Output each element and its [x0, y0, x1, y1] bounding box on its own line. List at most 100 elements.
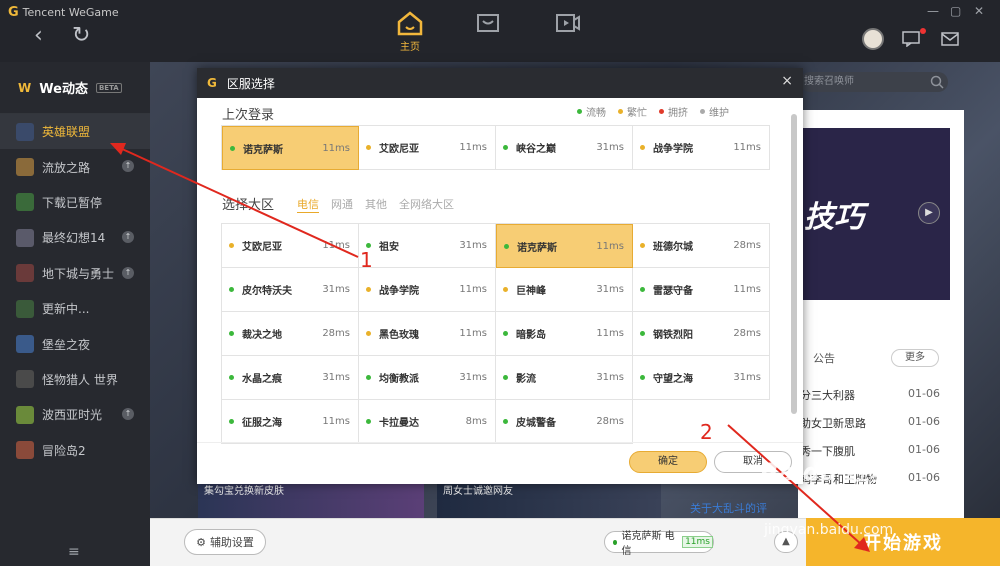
server-cell[interactable]: 祖安 31ms	[359, 224, 496, 268]
server-name: 裁决之地	[242, 330, 282, 341]
server-name: 黑色玫瑰	[379, 330, 419, 341]
server-cell[interactable]: 艾欧尼亚 11ms	[222, 224, 359, 268]
dialog-titlebar: G 区服选择 ×	[197, 68, 803, 98]
we-logo-icon: W	[18, 80, 32, 95]
tab-home[interactable]: 主页	[396, 10, 424, 53]
maximize-icon[interactable]: ▢	[950, 4, 961, 18]
filter-tab[interactable]: 全网络大区	[399, 196, 454, 213]
server-cell[interactable]: 裁决之地 28ms	[222, 312, 359, 356]
update-icon: ↑	[122, 231, 134, 244]
beta-badge: BETA	[95, 82, 122, 93]
close-icon[interactable]: ×	[781, 73, 793, 89]
server-cell[interactable]: 雷瑟守备 11ms	[633, 268, 770, 312]
sidebar-item-game[interactable]: 最终幻想14 ↑	[0, 220, 150, 255]
server-latency: 11ms	[459, 284, 487, 295]
menu-icon[interactable]: ≡	[68, 544, 80, 560]
sidebar-item-game[interactable]: 流放之路 ↑	[0, 149, 150, 184]
legend-item: 维护	[700, 104, 729, 119]
server-cell[interactable]: 战争学院 11ms	[633, 126, 770, 170]
news-date: 01-06	[908, 415, 940, 428]
assist-label: 辅助设置	[209, 536, 254, 549]
server-cell[interactable]: 钢铁烈阳 28ms	[633, 312, 770, 356]
sidebar-item-game[interactable]: 堡垒之夜	[0, 326, 150, 361]
sidebar-item-game[interactable]: 冒险岛2	[0, 433, 150, 468]
server-cell[interactable]: 诺克萨斯 11ms	[496, 224, 633, 268]
server-name: 守望之海	[653, 374, 693, 385]
server-latency: 8ms	[465, 416, 487, 427]
server-cell[interactable]: 皮尔特沃夫 31ms	[222, 268, 359, 312]
tab-inventory[interactable]	[475, 10, 501, 36]
brand: G Tencent WeGame	[8, 5, 119, 20]
tab-video[interactable]	[554, 10, 582, 36]
status-dot	[366, 375, 371, 380]
home-icon	[397, 11, 423, 36]
filter-tab[interactable]: 其他	[365, 196, 387, 213]
server-cell[interactable]: 卡拉曼达 8ms	[359, 400, 496, 444]
server-cell[interactable]: 战争学院 11ms	[359, 268, 496, 312]
news-link[interactable]: 关于大乱斗的评	[690, 500, 767, 516]
server-cell[interactable]: 影流 31ms	[496, 356, 633, 400]
server-cell[interactable]: 皮城警备 28ms	[496, 400, 633, 444]
status-legend: 流畅 繁忙 拥挤 维护	[577, 104, 729, 119]
server-cell[interactable]: 巨神峰 31ms	[496, 268, 633, 312]
more-button[interactable]: 更多	[891, 349, 939, 367]
server-cell[interactable]: 峡谷之巅 31ms	[496, 126, 633, 170]
server-cell[interactable]: 暗影岛 11ms	[496, 312, 633, 356]
news-date: 01-06	[908, 471, 940, 484]
news-title: 助女卫新思路	[800, 417, 866, 430]
sidebar-item-game[interactable]: 地下城与勇士 ↑	[0, 256, 150, 291]
sidebar-item-game[interactable]: 怪物猎人 世界	[0, 362, 150, 397]
we-dynamic-header[interactable]: W We动态 BETA	[0, 62, 150, 114]
search-input[interactable]: 搜索召唤师	[800, 72, 948, 92]
status-dot	[366, 331, 371, 336]
assist-settings-button[interactable]: ⚙ 辅助设置	[184, 529, 266, 555]
scrollbar[interactable]	[791, 114, 797, 414]
server-name: 战争学院	[379, 286, 419, 297]
search-icon[interactable]	[928, 74, 946, 90]
filter-tab[interactable]: 电信	[297, 196, 319, 213]
back-icon[interactable]: ‹	[34, 25, 43, 47]
sidebar-item-game[interactable]: 更新中...	[0, 291, 150, 326]
status-dot	[366, 419, 371, 424]
mail-icon[interactable]	[941, 31, 959, 47]
status-dot	[503, 331, 508, 336]
server-cell[interactable]: 班德尔城 28ms	[633, 224, 770, 268]
status-dot	[503, 375, 508, 380]
game-icon	[16, 264, 34, 283]
confirm-button[interactable]: 确定	[629, 451, 707, 473]
server-latency: 28ms	[733, 328, 761, 339]
refresh-icon[interactable]: ↻	[72, 25, 90, 47]
sidebar-item-label: 更新中...	[42, 302, 90, 317]
status-dot	[229, 375, 234, 380]
window-close-icon[interactable]: ✕	[974, 4, 984, 18]
server-cell[interactable]: 征服之海 11ms	[222, 400, 359, 444]
tab-notice[interactable]: 公告	[813, 350, 835, 366]
avatar[interactable]	[862, 28, 884, 50]
update-icon: ↑	[122, 266, 134, 279]
sidebar-item-label: 波西亚时光	[42, 408, 103, 423]
game-icon	[16, 158, 34, 177]
sidebar-item-game[interactable]: 下载已暂停	[0, 185, 150, 220]
message-icon[interactable]	[902, 31, 920, 47]
sidebar-item-label: 流放之路	[42, 160, 91, 175]
server-cell[interactable]: 黑色玫瑰 11ms	[359, 312, 496, 356]
server-cell[interactable]: 均衡教派 31ms	[359, 356, 496, 400]
server-latency: 11ms	[596, 240, 624, 252]
server-name: 雷瑟守备	[653, 286, 693, 297]
recent-title: 上次登录	[222, 108, 275, 123]
server-cell[interactable]: 守望之海 31ms	[633, 356, 770, 400]
current-server[interactable]: 诺克萨斯 电信 11ms	[604, 531, 714, 557]
banner-text: 技巧	[804, 200, 864, 235]
news-item[interactable]: 分三大利器 01-06	[800, 387, 940, 403]
sidebar-item-game[interactable]: 英雄联盟	[0, 114, 150, 150]
news-item[interactable]: 助女卫新思路 01-06	[800, 415, 940, 431]
status-dot	[577, 109, 582, 114]
minimize-icon[interactable]: —	[927, 4, 939, 18]
sidebar-item-game[interactable]: 波西亚时光 ↑	[0, 397, 150, 432]
server-cell[interactable]: 诺克萨斯 11ms	[222, 126, 359, 170]
server-cell[interactable]: 艾欧尼亚 11ms	[359, 126, 496, 170]
server-cell[interactable]: 水晶之痕 31ms	[222, 356, 359, 400]
news-date: 01-06	[908, 387, 940, 400]
filter-tab[interactable]: 网通	[331, 196, 353, 213]
next-arrow-icon[interactable]: ▶	[918, 202, 940, 224]
